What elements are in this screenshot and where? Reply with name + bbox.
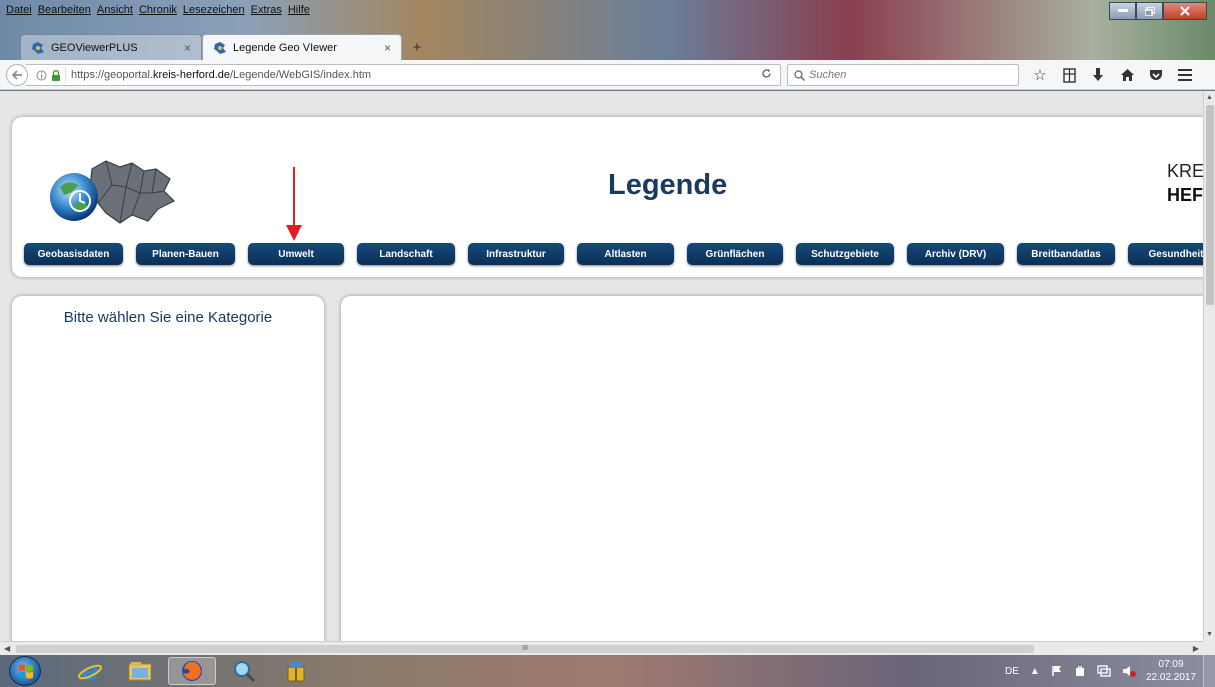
category-button-breitbandatlas[interactable]: Breitbandatlas xyxy=(1017,243,1115,265)
menu-chronik[interactable]: Chronik xyxy=(139,4,177,16)
new-tab-button[interactable]: + xyxy=(406,36,428,58)
menu-ansicht[interactable]: Ansicht xyxy=(97,4,133,16)
scroll-left-icon[interactable]: ◀ xyxy=(4,644,10,653)
scrollbar-corner xyxy=(1203,641,1215,655)
search-app-icon[interactable] xyxy=(220,657,268,685)
category-button-schutzgebiete[interactable]: Schutzgebiete xyxy=(796,243,894,265)
clock-time: 07:09 xyxy=(1158,659,1184,670)
category-sidebar: Bitte wählen Sie eine Kategorie xyxy=(12,296,324,641)
menu-lesezeichen[interactable]: Lesezeichen xyxy=(183,4,245,16)
tab-legende-geo-viewer[interactable]: Legende Geo VIewer × xyxy=(202,34,402,60)
kreis-herford-logo-icon xyxy=(50,160,176,224)
geoviewer-favicon-icon xyxy=(32,41,44,54)
show-desktop-button[interactable] xyxy=(1203,655,1215,687)
category-button-umwelt[interactable]: Umwelt xyxy=(248,243,344,265)
geoviewer-favicon-icon xyxy=(214,41,226,54)
sidebar-heading: Bitte wählen Sie eine Kategorie xyxy=(63,309,273,326)
lock-icon xyxy=(52,69,60,81)
close-icon xyxy=(1180,6,1190,16)
firefox-taskbar-icon[interactable] xyxy=(168,657,216,685)
pocket-icon[interactable] xyxy=(1146,65,1166,85)
scroll-down-icon[interactable]: ▼ xyxy=(1206,631,1213,638)
site-identity[interactable] xyxy=(26,67,66,83)
tab-label: Legende Geo VIewer xyxy=(233,41,337,54)
info-icon xyxy=(36,70,47,80)
windows-logo-icon xyxy=(19,664,33,679)
vertical-scrollbar[interactable]: ▲ ▼ xyxy=(1203,91,1215,641)
horizontal-scroll-thumb[interactable]: III xyxy=(16,645,1034,653)
header-panel: Legende KRE HEF Geobasisdaten Planen-Bau… xyxy=(12,117,1203,277)
org-name-line2: HEF xyxy=(1167,185,1203,205)
downloads-icon[interactable] xyxy=(1088,65,1108,85)
clock-date: 22.02.2017 xyxy=(1146,672,1197,683)
category-button-archiv-drv[interactable]: Archiv (DRV) xyxy=(907,243,1004,265)
menu-bar: Datei Bearbeiten Ansicht Chronik Lesezei… xyxy=(0,0,310,20)
back-button[interactable] xyxy=(6,64,28,86)
start-button[interactable] xyxy=(9,656,41,686)
reload-icon[interactable] xyxy=(761,68,772,82)
page-viewport: Legende KRE HEF Geobasisdaten Planen-Bau… xyxy=(0,91,1203,641)
maximize-button[interactable] xyxy=(1136,2,1163,20)
category-button-infrastruktur[interactable]: Infrastruktur xyxy=(468,243,564,265)
horizontal-scrollbar[interactable]: ◀ III ▶ xyxy=(0,641,1203,655)
close-window-button[interactable] xyxy=(1163,2,1207,20)
menu-hilfe[interactable]: Hilfe xyxy=(288,4,310,16)
taskbar-clock[interactable]: 07:09 22.02.2017 xyxy=(1146,658,1196,684)
menu-datei[interactable]: Datei xyxy=(6,4,32,16)
page-title: Legende xyxy=(608,169,728,201)
back-arrow-icon xyxy=(11,70,22,80)
scroll-right-icon[interactable]: ▶ xyxy=(1193,644,1199,653)
search-placeholder: Suchen xyxy=(809,69,847,81)
search-icon xyxy=(794,69,805,81)
file-explorer-icon[interactable] xyxy=(116,657,164,685)
url-bar[interactable]: https://geoportal.kreis-herford.de/Legen… xyxy=(26,64,781,86)
search-input[interactable]: Suchen xyxy=(787,64,1019,86)
home-icon[interactable] xyxy=(1117,65,1137,85)
volume-muted-icon[interactable] xyxy=(1122,665,1136,677)
category-button-geobasisdaten[interactable]: Geobasisdaten xyxy=(24,243,123,265)
scroll-up-icon[interactable]: ▲ xyxy=(1206,94,1213,101)
window-titlebar: Datei Bearbeiten Ansicht Chronik Lesezei… xyxy=(0,0,1215,60)
windows-taskbar: e DE ▲ 07:09 22.02.2017 xyxy=(0,655,1215,687)
vertical-scroll-thumb[interactable] xyxy=(1206,105,1214,305)
language-indicator[interactable]: DE xyxy=(1005,666,1019,677)
url-text: https://geoportal.kreis-herford.de/Legen… xyxy=(71,69,372,81)
bookmark-star-icon[interactable]: ☆ xyxy=(1030,65,1050,85)
tray-expand-icon[interactable]: ▲ xyxy=(1030,666,1040,677)
tab-strip: GEOViewerPLUS × Legende Geo VIewer × + xyxy=(20,31,428,60)
navigation-toolbar: https://geoportal.kreis-herford.de/Legen… xyxy=(0,60,1215,90)
bookmarks-menu-icon[interactable] xyxy=(1059,65,1079,85)
legend-content-panel xyxy=(341,296,1203,641)
red-arrow-annotation-icon xyxy=(286,167,302,241)
tab-close-icon[interactable]: × xyxy=(184,41,191,55)
tab-label: GEOViewerPLUS xyxy=(51,41,138,54)
action-center-flag-icon[interactable] xyxy=(1051,665,1063,677)
system-tray: DE ▲ xyxy=(1005,657,1136,685)
menu-extras[interactable]: Extras xyxy=(251,4,282,16)
tab-close-icon[interactable]: × xyxy=(384,41,391,55)
tab-geoviewerplus[interactable]: GEOViewerPLUS × xyxy=(20,34,202,60)
org-name-line1: KRE xyxy=(1167,161,1203,181)
restore-icon xyxy=(1144,6,1155,16)
power-icon[interactable] xyxy=(1074,665,1086,677)
archive-app-icon[interactable] xyxy=(272,657,320,685)
category-nav: Geobasisdaten Planen-Bauen Umwelt Landsc… xyxy=(24,243,1203,265)
window-controls xyxy=(1109,2,1207,20)
toolbar-icons: ☆ xyxy=(1030,65,1195,85)
minimize-icon xyxy=(1117,9,1128,12)
network-icon[interactable] xyxy=(1097,665,1111,677)
category-button-gruenflaechen[interactable]: Grünflächen xyxy=(687,243,783,265)
category-button-altlasten[interactable]: Altlasten xyxy=(577,243,674,265)
category-button-gesundheit[interactable]: Gesundheit xyxy=(1128,243,1203,265)
category-button-planen-bauen[interactable]: Planen-Bauen xyxy=(136,243,235,265)
menu-bearbeiten[interactable]: Bearbeiten xyxy=(38,4,91,16)
category-button-landschaft[interactable]: Landschaft xyxy=(357,243,455,265)
internet-explorer-icon[interactable]: e xyxy=(66,657,114,685)
hamburger-menu-icon[interactable] xyxy=(1175,65,1195,85)
minimize-button[interactable] xyxy=(1109,2,1136,20)
